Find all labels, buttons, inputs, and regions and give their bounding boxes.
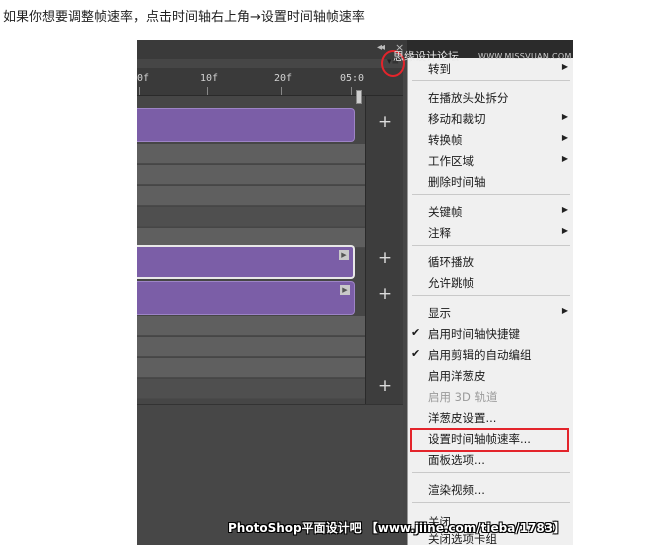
watermark-url: WWW.MISSVUAN.COM: [478, 52, 572, 61]
menu-item-render-video[interactable]: 渲染视频...: [428, 482, 485, 498]
ruler-tick-label: 20f: [274, 73, 293, 84]
panel-tab-area: [137, 40, 407, 59]
menu-item-auto-group-clips[interactable]: 启用剪辑的自动编组: [428, 347, 532, 363]
submenu-arrow-icon: ▶: [561, 133, 568, 142]
submenu-arrow-icon: ▶: [561, 306, 568, 315]
add-media-icon[interactable]: +: [375, 376, 395, 396]
menu-item-panel-options[interactable]: 面板选项...: [428, 452, 485, 468]
menu-separator: [412, 502, 570, 503]
menu-separator: [412, 80, 570, 81]
track-row: [137, 186, 365, 206]
track-row: [137, 358, 365, 378]
menu-separator: [412, 295, 570, 296]
menu-separator: [412, 245, 570, 246]
track-row: [137, 316, 365, 336]
video-clip[interactable]: [137, 108, 355, 142]
submenu-arrow-icon: ▶: [561, 62, 568, 71]
menu-item-move-and-trim[interactable]: 移动和裁切: [428, 111, 486, 127]
track-controls-column: + + + +: [365, 96, 403, 404]
video-clip-selected[interactable]: ▶: [137, 245, 355, 279]
menu-item-work-area[interactable]: 工作区域: [428, 153, 474, 169]
time-ruler[interactable]: 00f 10f 20f 05:0: [137, 68, 365, 96]
menu-item-convert-frames[interactable]: 转换帧: [428, 132, 463, 148]
add-media-icon[interactable]: +: [375, 248, 395, 268]
menu-item-show[interactable]: 显示: [428, 305, 451, 321]
track-row: [137, 144, 365, 164]
track-row: [137, 337, 365, 357]
timeline-flyout-menu: 转到 ▶ 在播放头处拆分 移动和裁切 ▶ 转换帧 ▶ 工作区域 ▶ 删除时间轴 …: [407, 58, 573, 545]
timeline-tracks: ▶ ▶: [137, 104, 365, 404]
submenu-arrow-icon: ▶: [561, 112, 568, 121]
submenu-arrow-icon: ▶: [561, 205, 568, 214]
menu-item-enable-timeline-shortcuts[interactable]: 启用时间轴快捷键: [428, 326, 520, 342]
menu-item-split-at-playhead[interactable]: 在播放头处拆分: [428, 90, 509, 106]
submenu-arrow-icon: ▶: [561, 154, 568, 163]
menu-item-keyframes[interactable]: 关键帧: [428, 204, 463, 220]
add-media-icon[interactable]: +: [375, 284, 395, 304]
ruler-tick-label: 05:0: [340, 73, 365, 84]
ruler-tick-label: 10f: [200, 73, 219, 84]
ruler-tick-mark: [139, 87, 140, 95]
menu-item-allow-frame-skip[interactable]: 允许跳帧: [428, 275, 474, 291]
menu-separator: [412, 472, 570, 473]
menu-separator: [412, 194, 570, 195]
collapse-panel-icon[interactable]: ◂◂: [377, 42, 385, 53]
ruler-tick-mark: [207, 87, 208, 95]
highlight-box-annotation: [410, 428, 569, 452]
menu-item-loop-playback[interactable]: 循环播放: [428, 254, 474, 270]
watermark-bottom: PhotoShop平面设计吧 【www.jiine.com/tieba/1783…: [228, 521, 566, 535]
checkmark-icon: ✔: [411, 347, 421, 360]
clip-options-icon[interactable]: ▶: [339, 250, 349, 260]
page-caption: 如果你想要调整帧速率，点击时间轴右上角→设置时间轴帧速率: [3, 10, 365, 25]
track-row: [137, 379, 365, 399]
ruler-tick-label: 00f: [137, 73, 150, 84]
submenu-arrow-icon: ▶: [561, 226, 568, 235]
menu-item-onion-skin-settings[interactable]: 洋葱皮设置...: [428, 410, 496, 426]
video-clip[interactable]: ▶: [137, 281, 355, 315]
checkmark-icon: ✔: [411, 326, 421, 339]
menu-item-enable-onion-skins[interactable]: 启用洋葱皮: [428, 368, 486, 384]
track-row: [137, 207, 365, 227]
menu-item-delete-timeline[interactable]: 删除时间轴: [428, 174, 486, 190]
add-media-icon[interactable]: +: [375, 112, 395, 132]
watermark-forum: 思缘设计论坛: [393, 50, 459, 63]
timeline-screenshot: ◂◂ × 00f 10f 20f 05:0 ▶ ▶ + + + +: [137, 40, 573, 545]
ruler-tick-mark: [281, 87, 282, 95]
playhead-handle[interactable]: [356, 90, 362, 104]
ruler-tick-mark: [351, 87, 352, 95]
track-row: [137, 165, 365, 185]
clip-options-icon[interactable]: ▶: [340, 285, 350, 295]
menu-item-enable-3d-tracks: 启用 3D 轨道: [428, 390, 498, 404]
menu-item-comments[interactable]: 注释: [428, 225, 451, 241]
